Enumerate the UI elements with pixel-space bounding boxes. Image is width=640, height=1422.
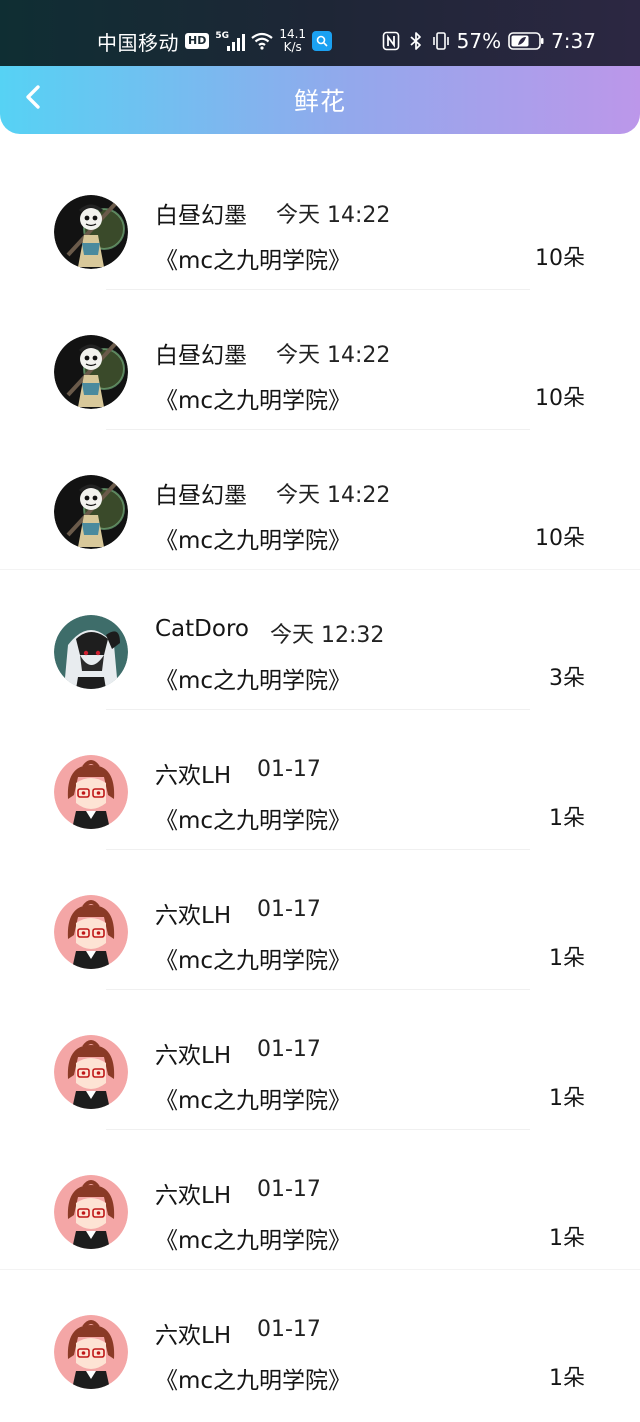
list-item[interactable]: 白昼幻墨 今天 14:22 《mc之九明学院》 10朵 bbox=[0, 430, 640, 570]
flower-count: 1朵 bbox=[549, 1366, 585, 1391]
book-title[interactable]: 《mc之九明学院》 bbox=[155, 381, 351, 415]
post-time: 今天 14:22 bbox=[276, 483, 391, 508]
status-left: 中国移动 HD 5G 14.1 K/s bbox=[97, 28, 333, 55]
post-time: 01-17 bbox=[257, 897, 321, 922]
signal-icon: 5G bbox=[215, 31, 246, 51]
avatar[interactable] bbox=[54, 1315, 128, 1389]
user-name[interactable]: 六欢LH bbox=[155, 1036, 231, 1070]
post-time: 今天 14:22 bbox=[276, 203, 391, 228]
flower-count: 1朵 bbox=[549, 946, 585, 971]
glasses-girl-avatar bbox=[54, 1175, 128, 1249]
search-app-icon bbox=[312, 31, 333, 51]
avatar[interactable] bbox=[54, 335, 128, 409]
user-name[interactable]: 六欢LH bbox=[155, 1176, 231, 1210]
list-item[interactable]: 白昼幻墨 今天 14:22 《mc之九明学院》 10朵 bbox=[0, 150, 640, 290]
book-title[interactable]: 《mc之九明学院》 bbox=[155, 941, 351, 975]
avatar[interactable] bbox=[54, 475, 128, 549]
nfc-icon bbox=[382, 31, 399, 51]
post-time: 01-17 bbox=[257, 1177, 321, 1202]
user-name[interactable]: 六欢LH bbox=[155, 1316, 231, 1350]
post-time: 01-17 bbox=[257, 757, 321, 782]
bluetooth-icon bbox=[410, 32, 421, 50]
glasses-girl-avatar bbox=[54, 1035, 128, 1109]
post-time: 01-17 bbox=[257, 1037, 321, 1062]
avatar[interactable] bbox=[54, 1035, 128, 1109]
user-name[interactable]: 六欢LH bbox=[155, 896, 231, 930]
flower-count: 10朵 bbox=[535, 526, 585, 551]
post-time: 今天 14:22 bbox=[276, 343, 391, 368]
flower-count: 10朵 bbox=[535, 246, 585, 271]
speed-unit: K/s bbox=[283, 40, 302, 54]
wifi-icon bbox=[251, 32, 274, 50]
hd-icon: HD bbox=[185, 33, 210, 49]
avatar[interactable] bbox=[54, 1175, 128, 1249]
user-name[interactable]: 六欢LH bbox=[155, 756, 231, 790]
book-title[interactable]: 《mc之九明学院》 bbox=[155, 1081, 351, 1115]
book-title[interactable]: 《mc之九明学院》 bbox=[155, 801, 351, 835]
network-type: 5G bbox=[215, 31, 229, 41]
list-item[interactable]: 白昼幻墨 今天 14:22 《mc之九明学院》 10朵 bbox=[0, 290, 640, 430]
hooded-character-avatar bbox=[54, 615, 128, 689]
glasses-girl-avatar bbox=[54, 895, 128, 969]
user-name[interactable]: 白昼幻墨 bbox=[155, 336, 247, 370]
skeleton-character-avatar bbox=[54, 475, 128, 549]
battery-percent: 57% bbox=[456, 29, 502, 53]
user-name[interactable]: 白昼幻墨 bbox=[155, 196, 247, 230]
skeleton-character-avatar bbox=[54, 335, 128, 409]
vibrate-icon bbox=[432, 32, 449, 50]
list-item[interactable]: 六欢LH 01-17 《mc之九明学院》 1朵 bbox=[0, 710, 640, 850]
flower-count: 1朵 bbox=[549, 1226, 585, 1251]
book-title[interactable]: 《mc之九明学院》 bbox=[155, 1361, 351, 1395]
list-item[interactable]: 六欢LH 01-17 《mc之九明学院》 1朵 bbox=[0, 1130, 640, 1270]
flower-count: 1朵 bbox=[549, 1086, 585, 1111]
avatar[interactable] bbox=[54, 895, 128, 969]
clock: 7:37 bbox=[551, 29, 596, 53]
battery-icon bbox=[508, 32, 544, 50]
network-speed: 14.1 K/s bbox=[279, 28, 306, 54]
status-right: 57% 7:37 bbox=[382, 28, 596, 54]
flower-record-list: 白昼幻墨 今天 14:22 《mc之九明学院》 10朵 白昼幻墨 今天 14:2… bbox=[0, 150, 640, 1410]
status-bar: 中国移动 HD 5G 14.1 K/s 57% 7:37 bbox=[0, 0, 640, 66]
app-header: 鲜花 bbox=[0, 66, 640, 134]
speed-value: 14.1 bbox=[279, 27, 307, 41]
list-item[interactable]: 六欢LH 01-17 《mc之九明学院》 1朵 bbox=[0, 1270, 640, 1410]
page-title: 鲜花 bbox=[293, 87, 346, 116]
carrier-label: 中国移动 bbox=[97, 30, 179, 55]
book-title[interactable]: 《mc之九明学院》 bbox=[155, 521, 351, 555]
list-item[interactable]: 六欢LH 01-17 《mc之九明学院》 1朵 bbox=[0, 850, 640, 990]
post-time: 01-17 bbox=[257, 1317, 321, 1342]
glasses-girl-avatar bbox=[54, 755, 128, 829]
list-item[interactable]: 六欢LH 01-17 《mc之九明学院》 1朵 bbox=[0, 990, 640, 1130]
skeleton-character-avatar bbox=[54, 195, 128, 269]
glasses-girl-avatar bbox=[54, 1315, 128, 1389]
avatar[interactable] bbox=[54, 615, 128, 689]
avatar[interactable] bbox=[54, 755, 128, 829]
user-name[interactable]: 白昼幻墨 bbox=[155, 476, 247, 510]
book-title[interactable]: 《mc之九明学院》 bbox=[155, 241, 351, 275]
book-title[interactable]: 《mc之九明学院》 bbox=[155, 661, 351, 695]
book-title[interactable]: 《mc之九明学院》 bbox=[155, 1221, 351, 1255]
flower-count: 3朵 bbox=[549, 666, 585, 691]
user-name[interactable]: CatDoro bbox=[155, 616, 249, 642]
flower-count: 1朵 bbox=[549, 806, 585, 831]
post-time: 今天 12:32 bbox=[270, 623, 385, 648]
flower-count: 10朵 bbox=[535, 386, 585, 411]
list-item[interactable]: CatDoro 今天 12:32 《mc之九明学院》 3朵 bbox=[0, 570, 640, 710]
avatar[interactable] bbox=[54, 195, 128, 269]
